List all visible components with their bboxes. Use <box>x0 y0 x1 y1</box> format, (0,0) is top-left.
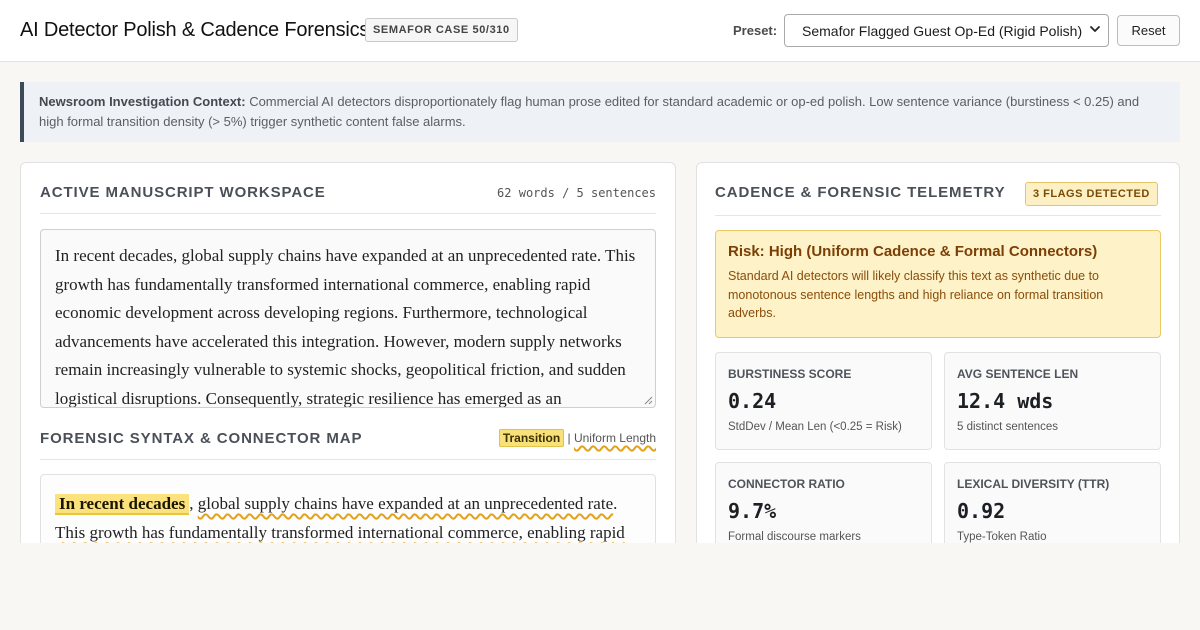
preset-select-value: Semafor Flagged Guest Op-Ed (Rigid Polis… <box>802 23 1083 39</box>
page-footer-space <box>0 543 1200 630</box>
metric-avg-sentence-length: Avg Sentence Len 12.4 wds 5 distinct sen… <box>944 352 1161 450</box>
legend-uniform-length: Uniform Length <box>573 431 656 445</box>
reset-button[interactable]: Reset <box>1117 15 1180 46</box>
legend-transition: Transition <box>498 429 565 447</box>
manuscript-textarea[interactable]: In recent decades, global supply chains … <box>40 229 656 408</box>
risk-description: Standard AI detectors will likely classi… <box>728 269 1104 320</box>
word-sentence-count: 62 words / 5 sentences <box>497 186 656 200</box>
investigation-context-banner: Newsroom Investigation Context: Commerci… <box>20 82 1180 142</box>
risk-alert: Risk: High (Uniform Cadence & Formal Con… <box>715 230 1161 338</box>
syntax-map-title: Forensic Syntax & Connector Map <box>40 430 363 447</box>
risk-title: Risk: High (Uniform Cadence & Formal Con… <box>728 243 1098 260</box>
context-label: Newsroom Investigation Context: <box>39 94 246 109</box>
syntax-legend: Transition | Uniform Length <box>498 429 656 447</box>
metric-label: Lexical Diversity (TTR) <box>957 477 1110 491</box>
metric-value: 0.24 <box>728 389 777 413</box>
chevron-down-icon <box>1090 26 1100 32</box>
metric-subtext: StdDev / Mean Len (<0.25 = Risk) <box>728 421 902 433</box>
case-badge: SEMAFOR CASE 50/310 <box>365 18 518 42</box>
uniform-length-segment: This growth has fundamentally transforme… <box>55 523 625 542</box>
legend-separator: | <box>564 431 574 445</box>
telemetry-divider <box>715 215 1161 216</box>
transition-highlight: In recent decades <box>55 494 190 515</box>
syntax-divider <box>40 459 656 460</box>
metric-subtext: Type-Token Ratio <box>957 531 1047 543</box>
manuscript-text: In recent decades, global supply chains … <box>55 246 636 408</box>
telemetry-title: Cadence & Forensic Telemetry <box>715 184 1006 201</box>
metric-value: 9.7% <box>728 499 777 523</box>
resize-grip-icon[interactable] <box>644 396 653 405</box>
top-bar: AI Detector Polish & Cadence Forensics S… <box>0 0 1200 62</box>
metric-subtext: Formal discourse markers <box>728 531 861 543</box>
flags-detected-badge: 3 FLAGS DETECTED <box>1025 182 1158 206</box>
metric-value: 0.92 <box>957 499 1006 523</box>
syntax-comma: , <box>189 494 194 513</box>
metric-value: 12.4 wds <box>957 389 1054 413</box>
preset-select[interactable]: Semafor Flagged Guest Op-Ed (Rigid Polis… <box>784 14 1109 47</box>
metric-label: Avg Sentence Len <box>957 367 1079 381</box>
workspace-title: Active Manuscript Workspace <box>40 184 326 201</box>
metric-burstiness: Burstiness Score 0.24 StdDev / Mean Len … <box>715 352 932 450</box>
syntax-period: . <box>613 494 618 513</box>
metric-label: Burstiness Score <box>728 367 852 381</box>
workspace-divider <box>40 213 656 214</box>
app-title: AI Detector Polish & Cadence Forensics <box>20 19 370 41</box>
metric-label: Connector Ratio <box>728 477 845 491</box>
metric-subtext: 5 distinct sentences <box>957 421 1059 433</box>
preset-label: Preset: <box>733 23 778 38</box>
uniform-length-segment: global supply chains have expanded at an… <box>197 494 614 513</box>
